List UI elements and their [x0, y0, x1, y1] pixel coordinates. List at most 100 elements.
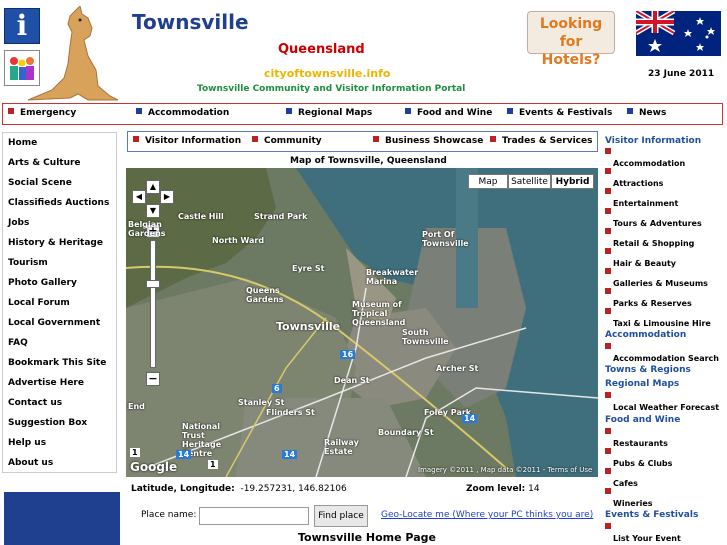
right-heading-regional-maps[interactable]: Regional Maps [605, 379, 679, 389]
subnav-community[interactable]: Community [252, 136, 322, 146]
left-navigation: Home Arts & Culture Social Scene Classif… [2, 132, 117, 473]
right-item-accommodation[interactable]: Accommodation [605, 148, 685, 169]
site-title[interactable]: Townsville [132, 10, 249, 34]
bullet-icon [605, 392, 611, 398]
right-item-parks[interactable]: Parks & Reserves [605, 288, 692, 309]
left-nav-bookmark[interactable]: Bookmark This Site [8, 358, 106, 368]
advertisement-banner[interactable] [4, 492, 120, 545]
right-item-attractions[interactable]: Attractions [605, 168, 663, 189]
right-item-retail[interactable]: Retail & Shopping [605, 228, 694, 249]
right-item-accommodation-search[interactable]: Accommodation Search [605, 343, 719, 364]
australian-flag [636, 11, 721, 56]
satellite-map[interactable]: ▲ ◀ ▶ ▼ + − Castle Hill Strand Park Nort… [126, 168, 598, 477]
sub-navigation: Visitor Information Community Business S… [127, 131, 598, 152]
right-item-label: Local Weather Forecast [613, 403, 720, 412]
left-nav-home[interactable]: Home [8, 138, 37, 148]
pan-up-icon[interactable]: ▲ [146, 180, 160, 194]
left-nav-local-forum[interactable]: Local Forum [8, 298, 70, 308]
right-item-wineries[interactable]: Wineries [605, 488, 653, 509]
left-nav-jobs[interactable]: Jobs [8, 218, 29, 228]
zoom-slider-handle[interactable] [146, 280, 160, 288]
right-item-tours[interactable]: Tours & Adventures [605, 208, 702, 229]
map-label: Archer St [436, 364, 479, 373]
left-nav-tourism[interactable]: Tourism [8, 258, 48, 268]
nav-regional-maps[interactable]: Regional Maps [286, 108, 372, 118]
nav-food-and-wine[interactable]: Food and Wine [405, 108, 492, 118]
pan-right-icon[interactable]: ▶ [160, 190, 174, 204]
subnav-label: Trades & Services [502, 136, 593, 146]
zoom-out-icon[interactable]: − [146, 372, 160, 386]
left-nav-help[interactable]: Help us [8, 438, 46, 448]
portal-tagline: Townsville Community and Visitor Informa… [197, 84, 466, 94]
bullet-icon [605, 148, 611, 154]
map-label: End [128, 402, 145, 411]
map-label: Dean St [334, 376, 370, 385]
right-heading-visitor-information[interactable]: Visitor Information [605, 136, 701, 146]
bullet-icon [605, 448, 611, 454]
left-nav-arts-culture[interactable]: Arts & Culture [8, 158, 81, 168]
zoom-slider[interactable] [150, 240, 156, 368]
map-label: South Townsville [402, 328, 449, 346]
subnav-trades-services[interactable]: Trades & Services [490, 136, 592, 146]
map-label: Port Of Townsville [422, 230, 469, 248]
nav-label: Food and Wine [417, 108, 493, 118]
bullet-icon [627, 108, 633, 114]
home-page-link[interactable]: Townsville Home Page [298, 531, 436, 544]
left-nav-history[interactable]: History & Heritage [8, 238, 103, 248]
zoom-value: 14 [528, 484, 540, 494]
right-heading-towns-regions[interactable]: Towns & Regions [605, 365, 691, 375]
place-name-input[interactable] [199, 507, 309, 525]
map-label: Townsville [276, 320, 341, 333]
bullet-icon [405, 108, 411, 114]
map-type-map-button[interactable]: Map [468, 174, 508, 189]
left-nav-faq[interactable]: FAQ [8, 338, 28, 348]
right-heading-accommodation[interactable]: Accommodation [605, 330, 686, 340]
google-logo[interactable]: Google [130, 460, 177, 474]
nav-emergency[interactable]: Emergency [8, 108, 76, 118]
map-attribution[interactable]: Imagery ©2011 , Map data ©2011 - Terms o… [418, 466, 592, 474]
right-item-list-event[interactable]: List Your Event [605, 523, 681, 544]
nav-news[interactable]: News [627, 108, 666, 118]
geo-locate-link[interactable]: Geo-Locate me (Where your PC thinks you … [381, 510, 593, 520]
bullet-icon [605, 308, 611, 314]
subnav-business-showcase[interactable]: Business Showcase [373, 136, 483, 146]
nav-events-festivals[interactable]: Events & Festivals [507, 108, 612, 118]
left-nav-about[interactable]: About us [8, 458, 53, 468]
pan-down-icon[interactable]: ▼ [146, 204, 160, 218]
right-heading-food-wine[interactable]: Food and Wine [605, 415, 680, 425]
left-nav-advertise[interactable]: Advertise Here [8, 378, 84, 388]
subnav-visitor-information[interactable]: Visitor Information [133, 136, 241, 146]
map-label: Belgian Gardens [128, 220, 166, 238]
site-domain: cityoftownsville.info [264, 67, 391, 80]
map-title: Map of Townsville, Queensland [290, 156, 447, 166]
right-item-hair-beauty[interactable]: Hair & Beauty [605, 248, 676, 269]
bullet-icon [605, 208, 611, 214]
right-item-restaurants[interactable]: Restaurants [605, 428, 668, 449]
hotels-button[interactable]: Looking for Hotels? [527, 11, 615, 68]
left-nav-photo-gallery[interactable]: Photo Gallery [8, 278, 77, 288]
map-label: Queens Gardens [246, 286, 284, 304]
bullet-icon [252, 136, 258, 142]
nav-accommodation[interactable]: Accommodation [136, 108, 229, 118]
right-item-pubs-clubs[interactable]: Pubs & Clubs [605, 448, 672, 469]
pan-left-icon[interactable]: ◀ [132, 190, 146, 204]
left-nav-classifieds[interactable]: Classifieds Auctions [8, 198, 109, 208]
right-item-entertainment[interactable]: Entertainment [605, 188, 678, 209]
left-nav-social-scene[interactable]: Social Scene [8, 178, 72, 188]
zoom-label: Zoom level: [466, 484, 526, 494]
right-item-taxi[interactable]: Taxi & Limousine Hire [605, 308, 711, 329]
left-nav-local-government[interactable]: Local Government [8, 318, 100, 328]
bullet-icon [286, 108, 292, 114]
right-heading-events[interactable]: Events & Festivals [605, 510, 698, 520]
right-item-cafes[interactable]: Cafes [605, 468, 638, 489]
find-place-button[interactable]: Find place [314, 505, 368, 527]
left-nav-suggestion-box[interactable]: Suggestion Box [8, 418, 87, 428]
bullet-icon [8, 108, 14, 114]
left-nav-contact[interactable]: Contact us [8, 398, 62, 408]
right-item-galleries[interactable]: Galleries & Museums [605, 268, 708, 289]
right-item-weather[interactable]: Local Weather Forecast [605, 392, 719, 413]
map-type-hybrid-button[interactable]: Hybrid [551, 174, 594, 189]
bullet-icon [605, 228, 611, 234]
map-label: Boundary St [378, 428, 434, 437]
map-type-satellite-button[interactable]: Satellite [508, 174, 551, 189]
